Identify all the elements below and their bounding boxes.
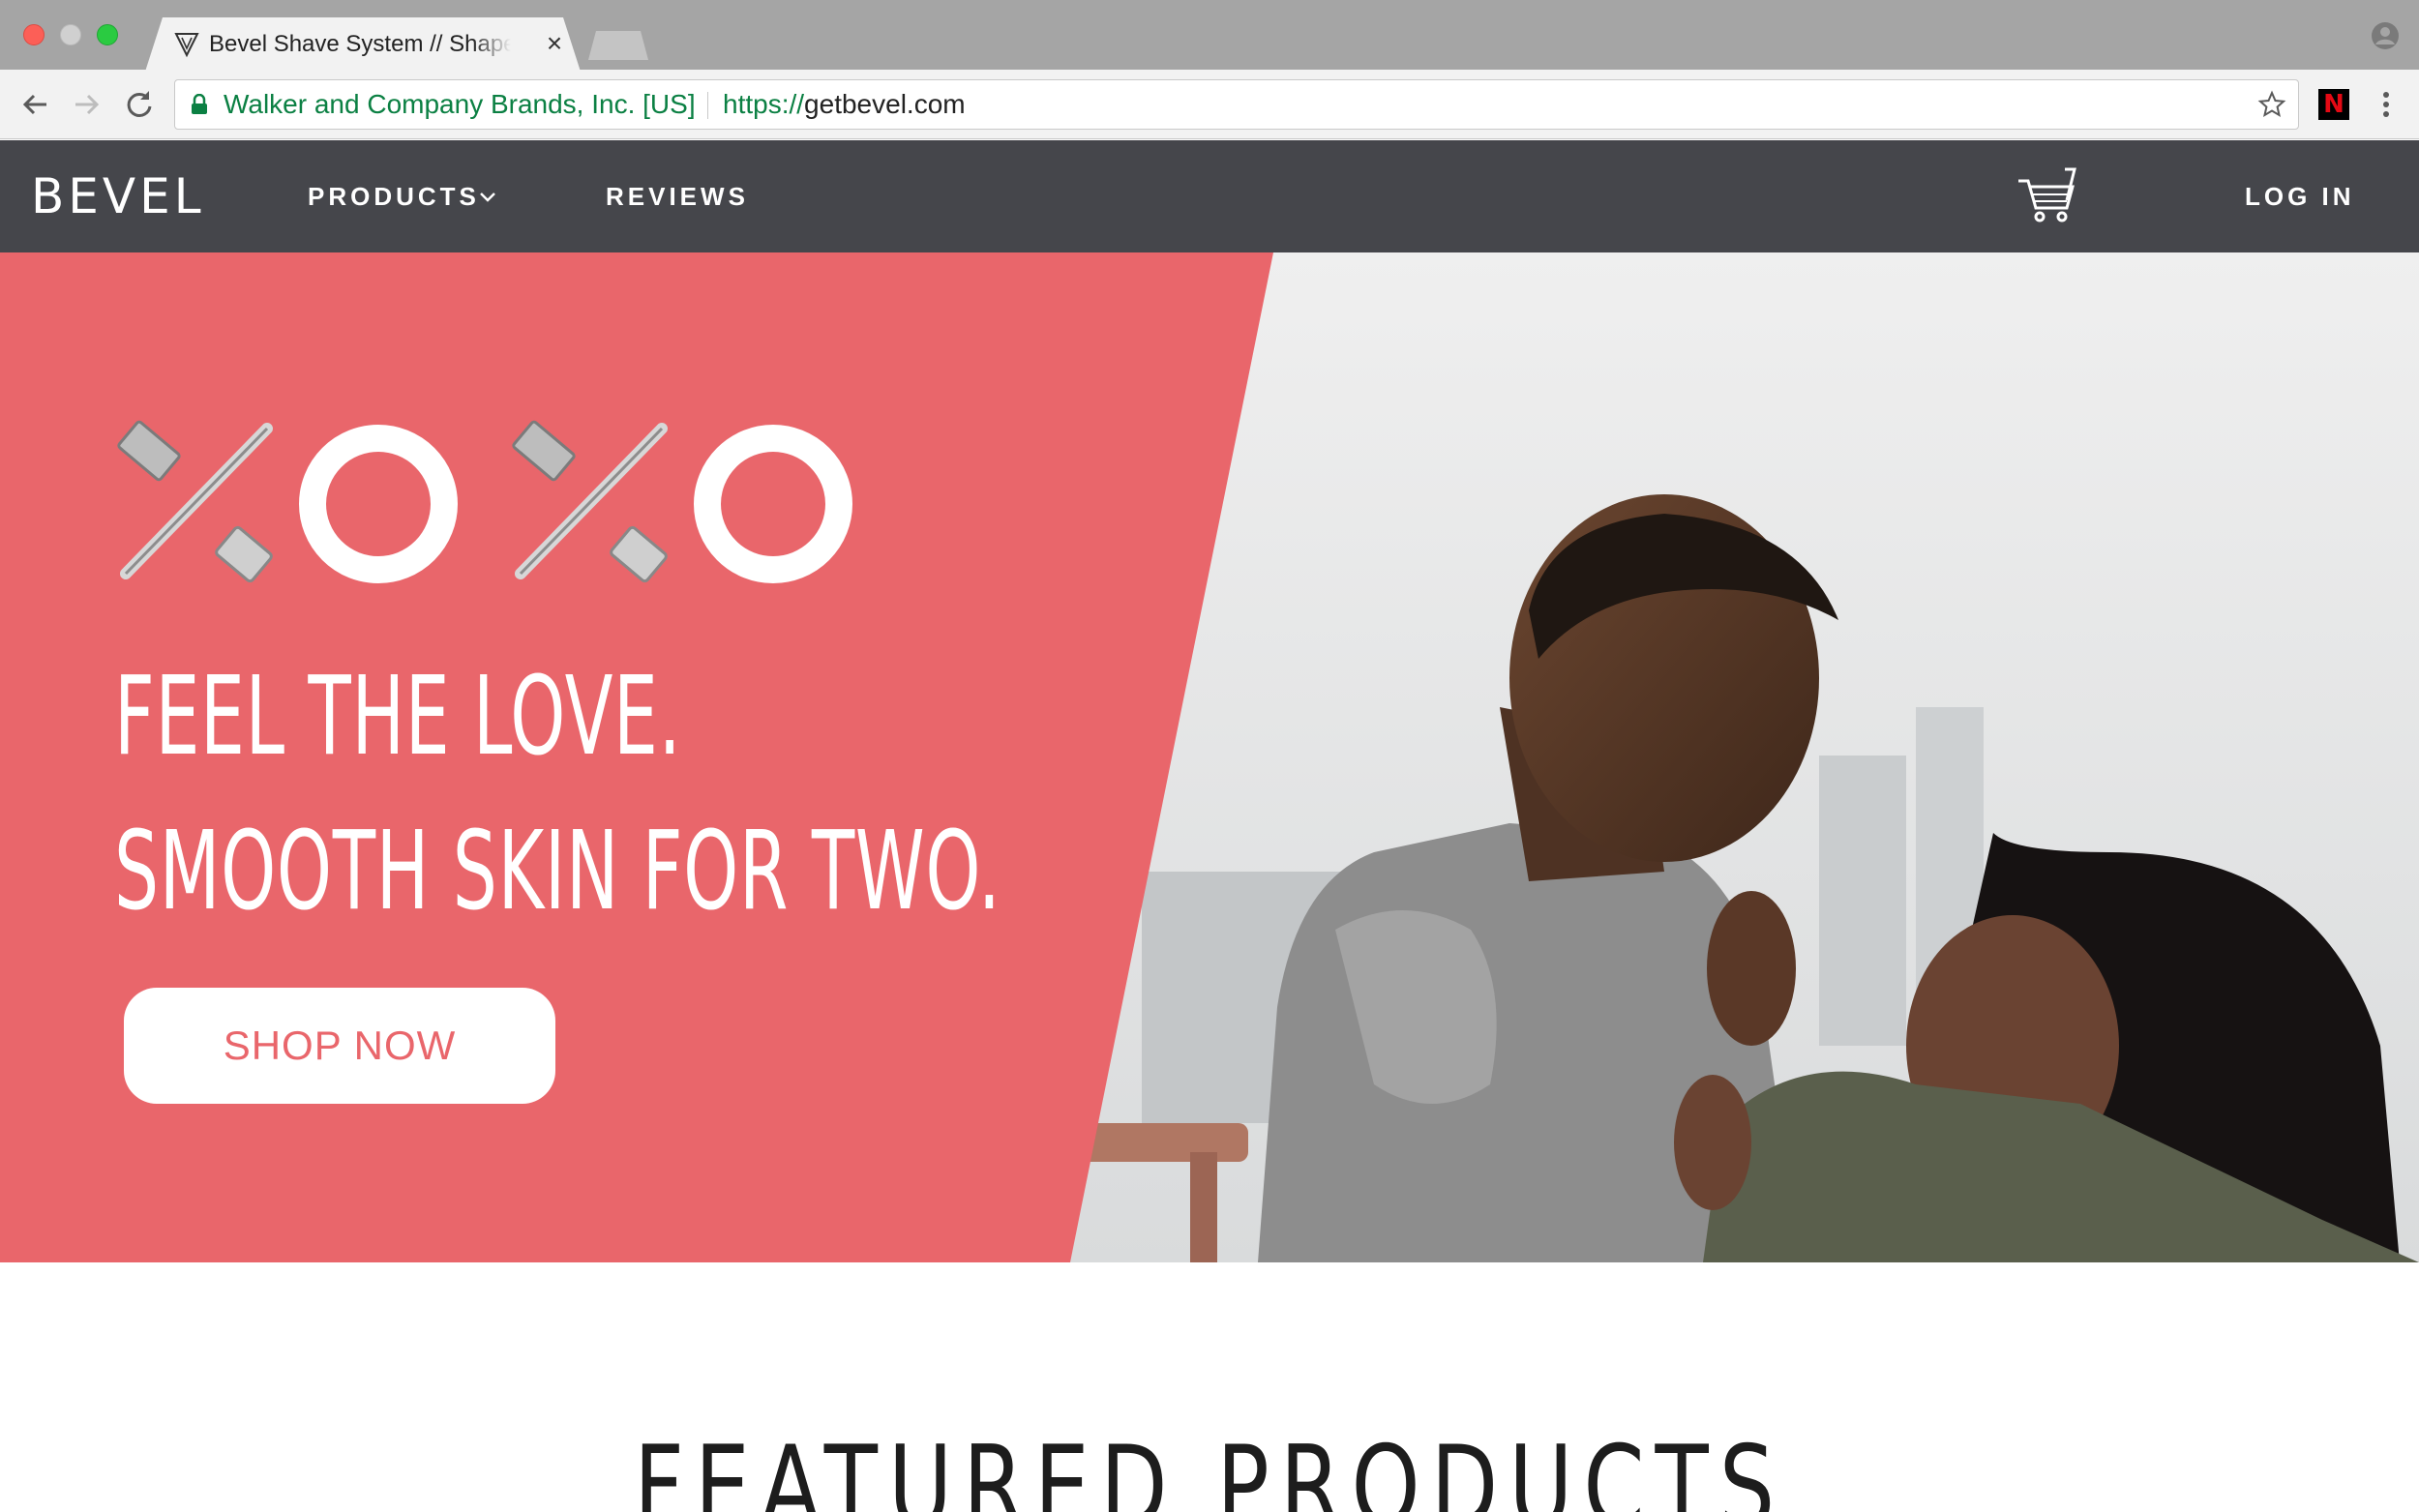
omnibox-divider	[707, 92, 708, 119]
menu-icon[interactable]	[2374, 87, 2398, 122]
shop-now-button[interactable]: SHOP NOW	[124, 988, 555, 1104]
url-text[interactable]: https://getbevel.com	[723, 80, 966, 129]
forward-icon[interactable]	[68, 85, 106, 124]
cart-icon[interactable]	[2016, 165, 2078, 223]
url-scheme: https://	[723, 89, 805, 119]
window-close-button[interactable]	[23, 24, 45, 45]
address-bar[interactable]: Walker and Company Brands, Inc. [US] htt…	[174, 79, 2299, 130]
url-host: getbevel.com	[804, 89, 966, 119]
profile-icon[interactable]	[2371, 21, 2400, 50]
netflix-extension-icon[interactable]: N	[2318, 89, 2349, 120]
featured-products-title: FEATURED PRODUCTS	[633, 1422, 1786, 1512]
ev-certificate-label[interactable]: Walker and Company Brands, Inc. [US]	[224, 80, 696, 129]
browser-toolbar: Walker and Company Brands, Inc. [US] htt…	[0, 70, 2419, 139]
site-header: BEVEL PRODUCTS REVIEWS LOG IN	[0, 140, 2419, 252]
bevel-favicon-icon	[174, 33, 199, 58]
lock-icon	[192, 94, 207, 114]
browser-tab-strip: Bevel Shave System // Shape Your Shave ×	[0, 0, 2419, 72]
xoxo-razor-graphic	[117, 420, 852, 583]
nav-login[interactable]: LOG IN	[2245, 177, 2355, 216]
chevron-down-icon[interactable]	[478, 191, 497, 204]
reload-icon[interactable]	[120, 85, 159, 124]
new-tab-button[interactable]	[588, 31, 648, 60]
star-icon[interactable]	[2257, 90, 2286, 119]
window-minimize-button[interactable]	[60, 24, 81, 45]
window-maximize-button[interactable]	[97, 24, 118, 45]
hero-headline-2: SMOOTH SKIN FOR TWO.	[114, 809, 1001, 934]
extension-letter: N	[2323, 90, 2344, 119]
bevel-logo[interactable]: BEVEL	[31, 165, 205, 227]
back-icon[interactable]	[15, 85, 54, 124]
nav-reviews[interactable]: REVIEWS	[606, 177, 749, 216]
browser-tab-active[interactable]: Bevel Shave System // Shape Your Shave ×	[145, 17, 581, 72]
featured-products-section: FEATURED PRODUCTS	[0, 1262, 2419, 1512]
hero-headline-1: FEEL THE LOVE.	[114, 654, 682, 780]
hero-banner[interactable]: FEEL THE LOVE. SMOOTH SKIN FOR TWO. SHOP…	[0, 252, 2419, 1262]
nav-products[interactable]: PRODUCTS	[308, 177, 480, 216]
tab-close-icon[interactable]: ×	[540, 25, 569, 62]
tab-title: Bevel Shave System // Shape Your Shave	[209, 28, 511, 61]
